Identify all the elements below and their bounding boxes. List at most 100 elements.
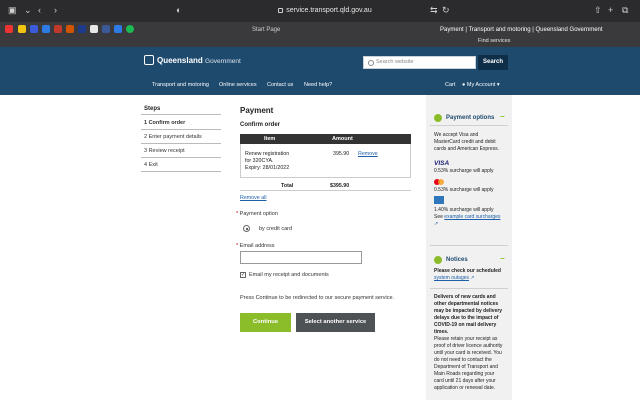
favorite-icon[interactable] [30,25,38,33]
step-enter-payment: 2 Enter payment details [144,134,202,140]
total-label: Total [281,183,294,189]
step-confirm-order: 1 Confirm order [144,120,186,126]
credit-card-label: by credit card [259,226,293,232]
my-account-label: My Account [466,82,496,88]
collapse-icon[interactable]: − [500,112,505,121]
divider [430,245,508,246]
find-bar: Find services [0,36,640,47]
email-receipt-label: Email my receipt and documents [249,272,329,278]
nav-need-help[interactable]: Need help? [304,82,332,88]
confirm-order-title: Confirm order [240,122,281,128]
item-line1: Renew registration [245,151,290,157]
chevron-down-icon: ▾ [495,82,500,88]
divider [141,114,221,115]
browser-toolbar: ▣ ⌄ ‹ › ◐ service.transport.qld.gov.au ⇆… [0,0,640,22]
favorite-icon[interactable] [114,25,122,33]
favorite-icon[interactable] [66,25,74,33]
collapse-icon[interactable]: − [500,254,505,263]
item-amount: 395.90 [333,151,350,157]
tabs-overview-icon[interactable]: ⧉ [622,5,628,16]
email-label-text: Email address [239,243,275,249]
search-button[interactable]: Search [478,55,508,70]
forward-icon[interactable]: › [54,5,57,16]
accept-text: We accept Visa and MasterCard credit and… [434,132,500,152]
remove-link[interactable]: Remove [358,151,378,158]
divider [141,129,221,130]
qld-logo[interactable]: Queensland Government [144,55,241,65]
email-field[interactable] [240,251,362,264]
search-placeholder: Search website [376,59,414,65]
payment-option-label: * Payment option [236,211,278,217]
back-icon[interactable]: ‹ [38,5,41,16]
nav-transport[interactable]: Transport and motoring [152,82,209,88]
visa-surcharge: 0.53% surcharge will apply [434,168,494,174]
divider [240,190,411,191]
tab-start-page[interactable]: Start Page [252,24,280,36]
divider [141,143,221,144]
payment-options-title[interactable]: Payment options [446,115,494,121]
favorite-icon[interactable] [102,25,110,33]
divider [141,157,221,158]
surcharge-see: See example card surcharges ↗ [434,214,504,228]
external-link-icon: ↗ [470,275,475,281]
favorite-icon[interactable] [90,25,98,33]
divider [141,171,221,172]
find-label[interactable]: Find services [478,36,510,47]
select-another-service-button[interactable]: Select another service [296,313,375,332]
mastercard-surcharge: 0.53% surcharge will apply [434,187,494,193]
notices-title[interactable]: Notices [446,257,468,263]
my-account-link[interactable]: ● My Account ▾ [462,82,500,88]
surcharge-link[interactable]: example card surcharges [444,214,500,220]
url-text: service.transport.qld.gov.au [286,7,372,14]
notices-body: Please retain your receipt as proof of d… [434,336,503,391]
search-input[interactable]: Search website [363,56,476,69]
total-value: $395.90 [330,183,350,189]
tab-label: Payment | Transport and motoring | Queen… [440,27,603,33]
favorite-icon[interactable] [126,25,134,33]
external-link-icon: ↗ [434,221,439,227]
cart-link[interactable]: Cart [445,82,455,88]
reload-icon[interactable]: ↻ [442,5,450,16]
email-receipt-checkbox[interactable]: ✓ [240,272,246,278]
col-amount: Amount [332,136,353,142]
notices-delivery: Delivers of new cards and other departme… [434,294,503,335]
favorite-icon[interactable] [42,25,50,33]
email-label: * Email address [236,243,275,249]
payment-option-text: Payment option [239,211,278,217]
divider [430,125,508,126]
visa-logo: VISA [434,160,450,167]
mastercard-icon [434,179,444,186]
step-exit: 4 Exit [144,162,158,168]
divider [430,288,508,289]
nav-online-services[interactable]: Online services [219,82,257,88]
remove-all-link[interactable]: Remove all [240,195,267,202]
credit-card-radio[interactable] [243,225,250,232]
see-text: See [434,214,443,220]
logo-text: Queensland [157,56,203,65]
favorite-icon[interactable] [18,25,26,33]
system-outages-link[interactable]: system outages [434,275,469,281]
notices-lead: Please check our scheduled [434,268,501,274]
sidebar-toggle-icon[interactable]: ▣ [8,5,17,16]
favorite-icon[interactable] [54,25,62,33]
share-icon[interactable]: ⇧ [594,5,602,16]
translate-icon[interactable]: ⇆ [430,5,438,16]
crest-icon [144,55,154,65]
tab-payment[interactable]: Payment | Transport and motoring | Queen… [440,24,603,36]
item-line2: for 320CYA. [245,158,274,164]
tab-label: Start Page [252,27,281,33]
table-header: Item Amount [240,134,411,144]
new-tab-icon[interactable]: + [608,5,613,16]
address-bar[interactable]: service.transport.qld.gov.au [270,4,380,18]
favorite-icon[interactable] [5,25,13,33]
chevron-down-icon[interactable]: ⌄ [24,5,32,16]
logo-gov-text: Government [205,58,241,65]
continue-button[interactable]: Continue [240,313,291,332]
payment-icon [434,114,442,122]
step-review-receipt: 3 Review receipt [144,148,185,154]
lock-icon [278,8,284,13]
favorite-icon[interactable] [78,25,86,33]
privacy-shield-icon[interactable]: ◐ [176,5,181,16]
nav-contact[interactable]: Contact us [267,82,293,88]
notice-icon [434,256,442,264]
